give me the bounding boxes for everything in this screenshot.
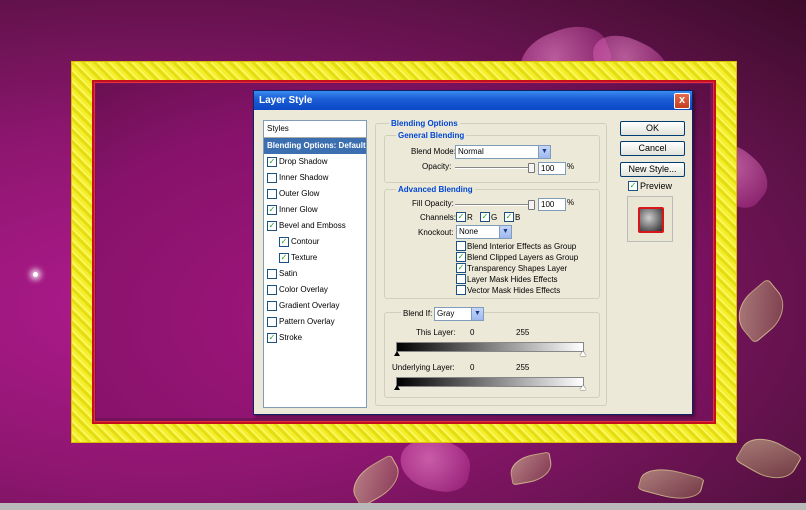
leaf [727,278,795,344]
checkbox-color-overlay[interactable] [267,285,277,295]
general-blending-heading: General Blending [396,131,467,140]
checkbox-drop-shadow[interactable]: ✓ [267,157,277,167]
style-item-inner-shadow[interactable]: Inner Shadow [264,170,366,186]
transparency-shapes-checkbox[interactable]: ✓ [456,263,466,273]
chevron-down-icon: ▼ [471,308,483,320]
channel-r-label: R [467,213,473,222]
styles-header[interactable]: Styles [264,121,366,138]
fill-opacity-slider[interactable] [455,204,535,206]
channel-b-label: B [515,213,521,222]
status-bar [0,503,806,510]
underlying-layer-black-slider[interactable] [394,385,400,390]
style-item-blending-options[interactable]: Blending Options: Default [264,138,366,154]
leaf [345,454,407,508]
blend-mode-label: Blend Mode: [411,147,456,156]
preview-checkbox[interactable]: ✓ [628,181,638,191]
underlying-layer-min: 0 [470,363,475,372]
opacity-slider-thumb[interactable] [528,163,535,173]
this-layer-gradient [396,342,584,352]
chevron-down-icon: ▼ [538,146,550,158]
blend-interior-label: Blend Interior Effects as Group [467,242,577,251]
leaf [507,451,555,486]
style-item-gradient-overlay[interactable]: Gradient Overlay [264,298,366,314]
fill-opacity-unit: % [567,198,575,207]
checkbox-outer-glow[interactable] [267,189,277,199]
blend-mode-select[interactable]: Normal ▼ [455,145,551,159]
underlying-layer-white-slider[interactable] [580,385,586,390]
opacity-label: Opacity: [422,162,452,171]
preview-swatch [638,207,664,233]
checkbox-bevel-emboss[interactable]: ✓ [267,221,277,231]
style-item-pattern-overlay[interactable]: Pattern Overlay [264,314,366,330]
opacity-slider[interactable] [455,167,535,169]
close-icon: x [678,94,686,106]
flower-petal [396,434,474,496]
style-item-stroke[interactable]: ✓ Stroke [264,330,366,346]
new-style-button[interactable]: New Style... [620,162,685,177]
channels-label: Channels: [420,213,457,222]
blending-options-heading: Blending Options [389,119,460,128]
knockout-label: Knockout: [418,228,454,237]
style-item-satin[interactable]: Satin [264,266,366,282]
this-layer-black-slider[interactable] [394,351,400,356]
this-layer-min: 0 [470,328,475,337]
channel-r-checkbox[interactable]: ✓ [456,212,466,222]
fill-opacity-slider-thumb[interactable] [528,200,535,210]
checkbox-inner-glow[interactable]: ✓ [267,205,277,215]
style-preview [627,196,673,242]
transparency-shapes-label: Transparency Shapes Layer [467,264,568,273]
underlying-layer-label: Underlying Layer: [392,363,455,372]
this-layer-max: 255 [516,328,530,337]
this-layer-white-slider[interactable] [580,351,586,356]
ok-button[interactable]: OK [620,121,685,136]
channel-g-label: G [491,213,498,222]
fill-opacity-input[interactable]: 100 [538,198,566,211]
vector-mask-hides-checkbox[interactable] [456,285,466,295]
style-item-bevel-emboss[interactable]: ✓ Bevel and Emboss [264,218,366,234]
channel-b-checkbox[interactable]: ✓ [504,212,514,222]
layer-style-dialog: Layer Style x Styles Blending Options: D… [253,90,693,415]
underlying-layer-gradient [396,377,584,387]
vector-mask-hides-label: Vector Mask Hides Effects [467,286,561,295]
close-button[interactable]: x [674,93,690,109]
checkbox-inner-shadow[interactable] [267,173,277,183]
checkbox-pattern-overlay[interactable] [267,317,277,327]
style-item-color-overlay[interactable]: Color Overlay [264,282,366,298]
leaf [734,428,803,489]
opacity-unit: % [567,162,575,171]
blend-if-label: Blend If: [401,309,435,318]
style-item-contour[interactable]: ✓ Contour [264,234,366,250]
advanced-blending-heading: Advanced Blending [396,185,475,194]
this-layer-label: This Layer: [416,328,456,337]
styles-list: Styles Blending Options: Default ✓ Drop S… [263,120,367,408]
fill-opacity-label: Fill Opacity: [412,199,454,208]
checkbox-gradient-overlay[interactable] [267,301,277,311]
checkbox-stroke[interactable]: ✓ [267,333,277,343]
layer-mask-hides-checkbox[interactable] [456,274,466,284]
preview-label: Preview [640,181,673,191]
blend-interior-checkbox[interactable] [456,241,466,251]
leaf [637,462,705,506]
checkbox-satin[interactable] [267,269,277,279]
knockout-select[interactable]: None ▼ [456,225,512,239]
dialog-title: Layer Style [259,95,313,106]
underlying-layer-max: 255 [516,363,530,372]
opacity-input[interactable]: 100 [538,162,566,175]
blend-clipped-checkbox[interactable]: ✓ [456,252,466,262]
chevron-down-icon: ▼ [499,226,511,238]
style-item-inner-glow[interactable]: ✓ Inner Glow [264,202,366,218]
layer-mask-hides-label: Layer Mask Hides Effects [467,275,558,284]
dialog-titlebar[interactable]: Layer Style x [254,91,692,110]
blend-if-select[interactable]: Gray ▼ [434,307,484,321]
cancel-button[interactable]: Cancel [620,141,685,156]
style-item-outer-glow[interactable]: Outer Glow [264,186,366,202]
blend-clipped-label: Blend Clipped Layers as Group [467,253,579,262]
sparkle [33,272,38,277]
general-blending-group [384,135,600,183]
channel-g-checkbox[interactable]: ✓ [480,212,490,222]
style-item-drop-shadow[interactable]: ✓ Drop Shadow [264,154,366,170]
checkbox-texture[interactable]: ✓ [279,253,289,263]
checkbox-contour[interactable]: ✓ [279,237,289,247]
style-item-texture[interactable]: ✓ Texture [264,250,366,266]
